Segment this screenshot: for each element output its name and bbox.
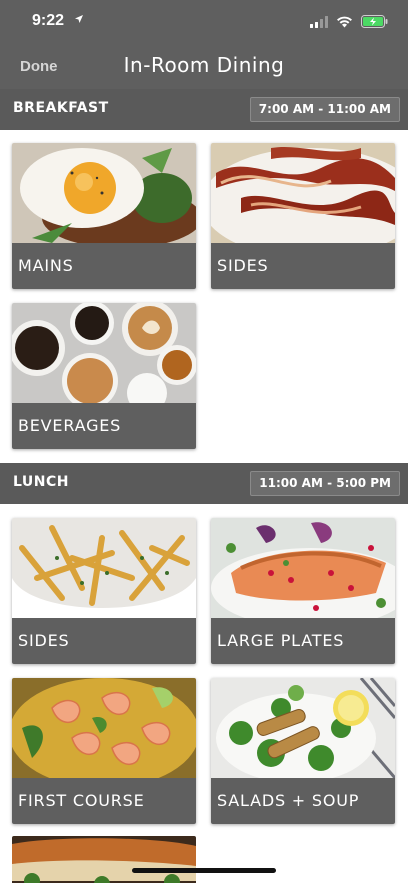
french-fries-image	[12, 518, 196, 618]
status-bar: 9:22	[0, 0, 408, 44]
section-title: LUNCH	[13, 474, 69, 490]
fried-egg-plate-image	[12, 143, 196, 243]
section-hours-badge: 11:00 AM - 5:00 PM	[250, 471, 400, 496]
menu-tile-lunch-salads-soup[interactable]: SALADS + SOUP	[211, 678, 395, 824]
tile-label: BEVERAGES	[12, 403, 196, 449]
status-time: 9:22	[32, 12, 65, 29]
salmon-fillet-image	[211, 518, 395, 618]
lunch-section-header: LUNCH 11:00 AM - 5:00 PM	[0, 463, 408, 504]
menu-tile-breakfast-mains[interactable]: MAINS	[12, 143, 196, 289]
location-arrow-icon	[74, 13, 84, 27]
tile-label: MAINS	[12, 243, 196, 289]
section-hours-badge: 7:00 AM - 11:00 AM	[249, 97, 400, 122]
bacon-strips-image	[211, 143, 395, 243]
menu-tile-breakfast-beverages[interactable]: BEVERAGES	[12, 303, 196, 449]
menu-tile-lunch-large-plates[interactable]: LARGE PLATES	[211, 518, 395, 664]
signal-bars-icon	[310, 13, 328, 32]
wifi-icon	[336, 13, 353, 32]
tile-label: SIDES	[211, 243, 395, 289]
section-title: BREAKFAST	[13, 100, 109, 116]
tile-label: SALADS + SOUP	[211, 778, 395, 824]
menu-tile-breakfast-sides[interactable]: SIDES	[211, 143, 395, 289]
shrimp-bowl-image	[12, 678, 196, 778]
menu-tile-lunch-first-course[interactable]: FIRST COURSE	[12, 678, 196, 824]
home-indicator[interactable]	[132, 868, 276, 873]
tile-label: SIDES	[12, 618, 196, 664]
status-indicators	[310, 13, 388, 32]
chicken-salad-image	[211, 678, 395, 778]
navigation-bar: Done In-Room Dining	[0, 44, 408, 89]
tile-label: LARGE PLATES	[211, 618, 395, 664]
menu-tile-lunch-sides[interactable]: SIDES	[12, 518, 196, 664]
page-title: In-Room Dining	[123, 53, 285, 77]
battery-charging-icon	[361, 13, 388, 32]
coffee-cups-image	[12, 303, 196, 403]
menu-tile-partial[interactable]	[12, 836, 196, 883]
breakfast-section-header: BREAKFAST 7:00 AM - 11:00 AM	[0, 89, 408, 130]
sandwich-image	[12, 836, 196, 883]
tile-label: FIRST COURSE	[12, 778, 196, 824]
